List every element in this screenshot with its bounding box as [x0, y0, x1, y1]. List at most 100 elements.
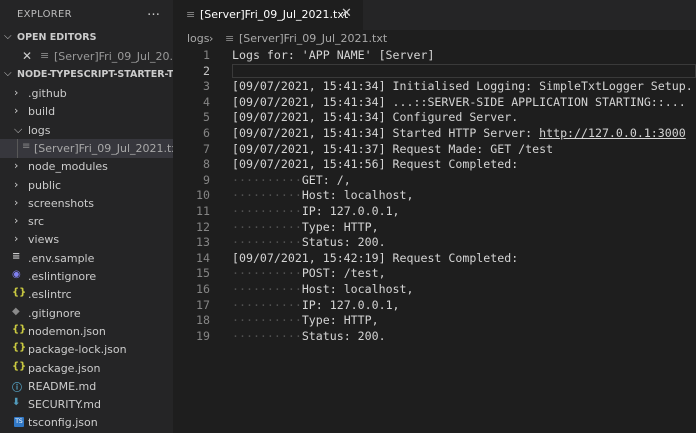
tree-item[interactable]: {} package-lock.json: [0, 340, 173, 359]
explorer-header: EXPLORER …: [0, 0, 173, 30]
tree-item[interactable]: › views: [0, 230, 173, 249]
tree-item-label: README.md: [28, 379, 97, 393]
url-link[interactable]: http://127.0.0.1:3000: [539, 126, 686, 140]
breadcrumb-item-file[interactable]: [Server]Fri_09_Jul_2021.txt: [239, 32, 387, 45]
line-text: ··········Status: 200.: [232, 235, 386, 250]
chevron-right-icon: ›: [14, 232, 19, 246]
open-editors-header[interactable]: ⌵ OPEN EDITORS: [0, 28, 173, 48]
chevron-right-icon: ›: [209, 32, 214, 45]
tree-item[interactable]: ◆ .gitignore: [0, 304, 173, 323]
project-header[interactable]: ⌵ NODE-TYPESCRIPT-STARTER-TE...: [0, 65, 173, 85]
whitespace-dots: ··········: [232, 297, 302, 312]
tree-item-label: .gitignore: [28, 306, 81, 320]
code-line: 3 [09/07/2021, 15:41:34] Initialised Logg…: [173, 79, 696, 95]
active-line-highlight: [232, 63, 696, 78]
close-icon[interactable]: ✕: [22, 49, 32, 63]
tree-item[interactable]: ◉ .eslintignore: [0, 267, 173, 286]
tree-item-label: nodemon.json: [28, 324, 106, 338]
text-file-icon: ≡: [186, 8, 196, 21]
chevron-down-icon: ⌵: [14, 122, 23, 136]
line-text: ··········Type: HTTP,: [232, 313, 379, 328]
line-text: [09/07/2021, 15:41:37] Request Made: GET…: [232, 141, 554, 156]
whitespace-dots: ··········: [232, 188, 302, 203]
line-number: 7: [203, 141, 210, 156]
chevron-right-icon: ›: [14, 177, 19, 191]
tree-item[interactable]: › screenshots: [0, 194, 173, 213]
tree-item-label: public: [28, 178, 62, 192]
open-editor-filename: [Server]Fri_09_Jul_20...: [54, 50, 173, 63]
line-number: 16: [196, 282, 210, 296]
code-line: 4 [09/07/2021, 15:41:34] ...::SERVER-SIDE…: [173, 95, 696, 111]
line-number: 4: [203, 94, 210, 109]
tree-item[interactable]: ≡ .env.sample: [0, 249, 173, 268]
editor-area: ≡ [Server]Fri_09_Jul_2021.txt ✕ logs › ≡…: [173, 0, 696, 433]
code-line: 9 ··········GET: /,: [173, 173, 696, 189]
tree-item[interactable]: {} .eslintrc: [0, 285, 173, 304]
line-text: Logs for: 'APP NAME' [Server]: [232, 48, 435, 62]
breadcrumb-item-logs[interactable]: logs: [187, 32, 210, 45]
tree-item-label: package-lock.json: [28, 343, 127, 357]
env-file-icon: ≡: [12, 250, 21, 262]
editor-tab[interactable]: ≡ [Server]Fri_09_Jul_2021.txt ✕: [173, 0, 363, 30]
line-text: ··········GET: /,: [232, 172, 351, 187]
line-text: [09/07/2021, 15:41:34] ...::SERVER-SIDE …: [232, 94, 686, 109]
line-number: 1: [203, 48, 210, 62]
line-number: 10: [196, 188, 210, 203]
breadcrumb: logs › ≡ [Server]Fri_09_Jul_2021.txt: [173, 30, 696, 48]
whitespace-dots: ··········: [232, 282, 302, 296]
chevron-right-icon: ›: [14, 159, 19, 173]
tree-item[interactable]: ≡ [Server]Fri_09_Jul_2021.txt: [0, 138, 173, 158]
close-icon[interactable]: ✕: [341, 6, 352, 21]
line-number: 14: [196, 250, 210, 265]
tree-item-label: views: [28, 233, 60, 247]
code-line: 6 [09/07/2021, 15:41:34] Started HTTP Ser…: [173, 126, 696, 142]
text-file-icon: ≡: [225, 32, 235, 45]
line-number: 9: [203, 172, 210, 187]
whitespace-dots: ··········: [232, 266, 302, 281]
line-number: 18: [196, 313, 210, 328]
open-editor-item[interactable]: ✕ ≡ [Server]Fri_09_Jul_20...: [0, 46, 173, 66]
line-number: 6: [203, 126, 210, 140]
explorer-title: EXPLORER: [17, 9, 72, 20]
tree-item-label: logs: [28, 123, 51, 137]
tree-item-label: src: [28, 215, 45, 229]
tree-item[interactable]: ⓘ README.md: [0, 377, 173, 396]
code-line: 16 ··········Host: localhost,: [173, 282, 696, 298]
tree-item[interactable]: › node_modules: [0, 157, 173, 176]
tree-item[interactable]: › public: [0, 176, 173, 195]
line-text: [09/07/2021, 15:42:19] Request Completed…: [232, 250, 519, 265]
info-file-icon: ⓘ: [12, 382, 22, 394]
tree-item[interactable]: TS tsconfig.json: [0, 413, 173, 432]
explorer-sidebar: EXPLORER … ⌵ OPEN EDITORS ✕ ≡ [Server]Fr…: [0, 0, 173, 433]
chevron-down-icon: ⌵: [4, 68, 12, 79]
tree-item[interactable]: ⌵ logs: [0, 121, 173, 140]
git-file-icon: ◆: [12, 305, 20, 317]
tree-item[interactable]: ⬇ SECURITY.md: [0, 395, 173, 414]
code-line: 15 ··········POST: /test,: [173, 266, 696, 282]
more-actions-icon[interactable]: …: [147, 4, 160, 19]
line-number: 3: [203, 79, 210, 94]
line-number: 17: [196, 297, 210, 312]
line-text: ··········IP: 127.0.0.1,: [232, 204, 400, 218]
tab-bar: ≡ [Server]Fri_09_Jul_2021.txt ✕: [173, 0, 696, 30]
code-line: 14 [09/07/2021, 15:42:19] Request Complet…: [173, 251, 696, 267]
code-line: 2: [173, 63, 696, 80]
tree-item[interactable]: › src: [0, 212, 173, 231]
tree-item[interactable]: › .github: [0, 84, 173, 103]
tree-item-label: build: [28, 105, 56, 119]
tree-item-label: package.json: [28, 361, 101, 375]
line-number: 2: [203, 63, 210, 78]
vscode-window: EXPLORER … ⌵ OPEN EDITORS ✕ ≡ [Server]Fr…: [0, 0, 696, 433]
tree-item-label: tsconfig.json: [28, 416, 98, 430]
whitespace-dots: ··········: [232, 204, 302, 218]
json-file-icon: {}: [12, 287, 27, 299]
chevron-right-icon: ›: [14, 214, 19, 228]
tree-item-label: .eslintrc: [28, 288, 72, 302]
whitespace-dots: ··········: [232, 235, 302, 250]
tab-label: [Server]Fri_09_Jul_2021.txt: [200, 8, 349, 21]
tree-item[interactable]: › build: [0, 102, 173, 121]
line-text: [09/07/2021, 15:41:34] Configured Server…: [232, 110, 519, 125]
code-line: 7 [09/07/2021, 15:41:37] Request Made: GE…: [173, 142, 696, 158]
tree-item[interactable]: {} nodemon.json: [0, 322, 173, 341]
tree-item[interactable]: {} package.json: [0, 359, 173, 378]
